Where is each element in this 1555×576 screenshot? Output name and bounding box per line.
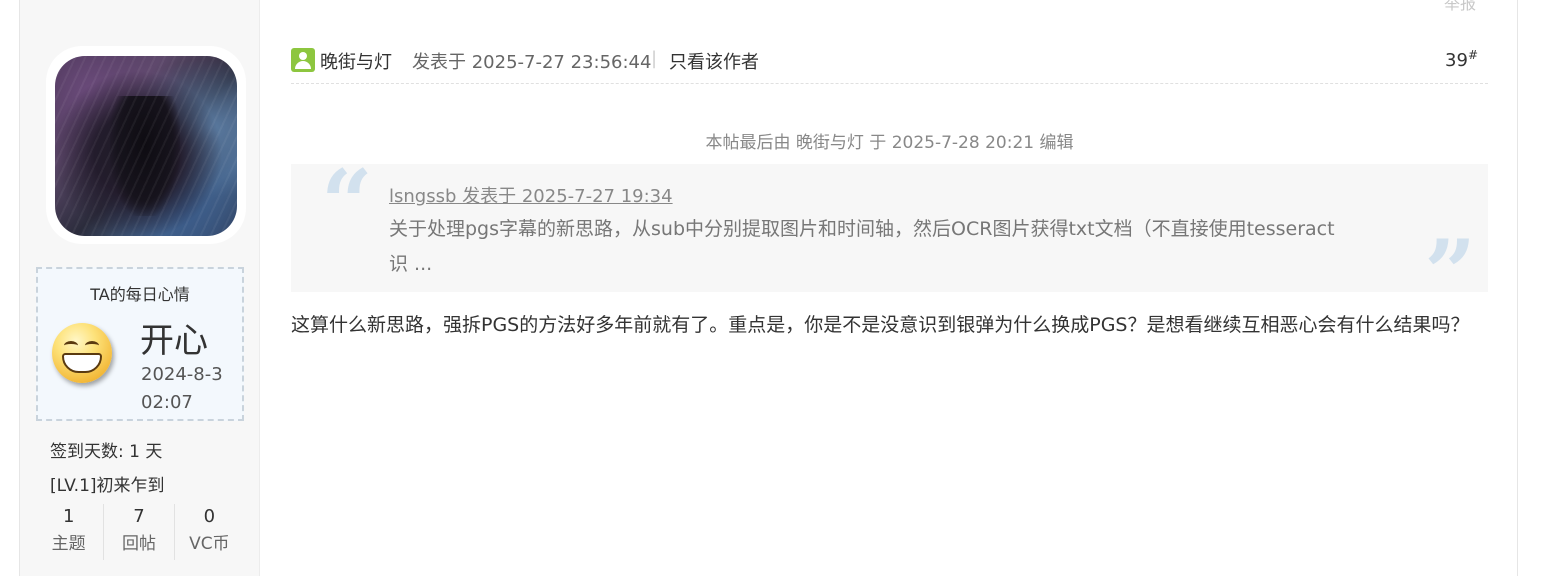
author-only-link[interactable]: 只看该作者: [669, 48, 759, 74]
online-user-icon: [291, 48, 315, 72]
reply-text: 这算什么新思路，强拆PGS的方法好多年前就有了。重点是，你是不是没意识到银弹为什…: [291, 314, 1470, 336]
stat-value: 1: [62, 506, 75, 527]
floor-value: 39: [1445, 50, 1468, 71]
stat-label: VC币: [189, 534, 230, 554]
report-link[interactable]: 举报: [1444, 0, 1476, 14]
edit-note: 本帖最后由 晚街与灯 于 2025-7-28 20:21 编辑: [705, 133, 1074, 153]
quote-close-icon: ”: [1424, 220, 1476, 326]
avatar[interactable]: [55, 56, 237, 236]
mood-title: TA的每日心情: [90, 285, 190, 304]
floor-mark: #: [1467, 48, 1478, 62]
mood-date: 2024-8-3: [141, 364, 223, 385]
post-header: 晚街与灯 发表于 2025-7-27 23:56:44 | 只看该作者 39#: [291, 44, 1488, 84]
stat-replies[interactable]: 7 回帖: [104, 504, 175, 560]
quote-text: 关于处理pgs字幕的新思路，从sub中分别提取图片和时间轴，然后OCR图片获得t…: [389, 218, 1335, 275]
user-level[interactable]: [LV.1]初来乍到: [50, 471, 165, 496]
avatar-frame: [46, 46, 246, 244]
stat-label: 主题: [51, 534, 86, 554]
signin-days: 签到天数: 1 天: [50, 442, 163, 462]
quote-source-link[interactable]: lsngssb 发表于 2025-7-27 19:34: [389, 182, 673, 208]
stat-value: 7: [133, 506, 145, 527]
post-author[interactable]: 晚街与灯: [320, 48, 392, 74]
mood-time: 02:07: [141, 392, 193, 413]
stat-label: 回帖: [121, 534, 156, 554]
stat-topics[interactable]: 1 主题: [34, 504, 105, 560]
header-separator: |: [651, 48, 658, 69]
quote-open-icon: “: [321, 150, 373, 256]
user-stats: 1 主题 7 回帖 0 VC币: [34, 504, 244, 560]
floor-number[interactable]: 39#: [1445, 48, 1478, 71]
quote-block: “ ” lsngssb 发表于 2025-7-27 19:34 关于处理pgs字…: [291, 158, 1488, 318]
happy-face-icon: [52, 323, 112, 383]
mood-timestamp: 2024-8-3 02:07: [141, 361, 241, 417]
stat-value: 0: [203, 506, 216, 527]
stat-coins[interactable]: 0 VC币: [175, 504, 244, 560]
daily-mood-box: TA的每日心情 开心 2024-8-3 02:07: [36, 267, 244, 421]
post-time: 发表于 2025-7-27 23:56:44: [412, 52, 652, 73]
mood-name: 开心: [140, 321, 208, 361]
